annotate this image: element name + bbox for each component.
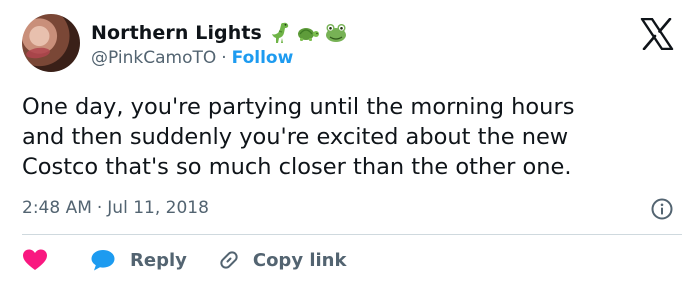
separator-dot: ·	[221, 48, 227, 68]
action-bar: Reply Copy link	[22, 244, 346, 276]
tweet-time: 2:48 AM	[22, 198, 92, 218]
copy-link-label: Copy link	[252, 249, 347, 271]
display-name[interactable]: Northern Lights	[91, 22, 262, 44]
tweet-line: Costco that's so much closer than the ot…	[22, 154, 572, 180]
heart-icon	[23, 249, 47, 270]
frog-emoji-icon	[325, 24, 346, 42]
like-button[interactable]	[22, 248, 48, 272]
author-name-row: Northern Lights	[91, 20, 348, 46]
x-logo-icon[interactable]	[640, 18, 674, 50]
follow-button[interactable]: Follow	[232, 48, 294, 68]
divider	[22, 234, 682, 235]
reply-label: Reply	[130, 249, 187, 271]
reply-bubble-icon	[91, 250, 115, 271]
avatar[interactable]	[22, 14, 80, 72]
reply-button[interactable]: Reply	[90, 248, 187, 272]
tweet-card: Northern Lights @PinkCamoTO · Follow One…	[0, 0, 700, 287]
turtle-emoji-icon	[297, 28, 319, 41]
tweet-timestamp[interactable]: 2:48 AM · Jul 11, 2018	[22, 198, 209, 218]
tweet-date: Jul 11, 2018	[107, 198, 209, 218]
separator-dot: ·	[96, 198, 103, 218]
dinosaur-emoji-icon	[271, 22, 289, 43]
handle[interactable]: @PinkCamoTO	[91, 48, 216, 68]
link-icon	[220, 251, 238, 269]
tweet-line: One day, you're partying until the morni…	[22, 94, 575, 120]
tweet-text: One day, you're partying until the morni…	[22, 92, 682, 182]
handle-row: @PinkCamoTO · Follow	[91, 48, 293, 68]
tweet-line: and then suddenly you're excited about t…	[22, 124, 569, 150]
info-icon[interactable]	[650, 197, 674, 221]
copy-link-button[interactable]: Copy link	[217, 248, 347, 272]
name-emojis	[270, 21, 348, 45]
